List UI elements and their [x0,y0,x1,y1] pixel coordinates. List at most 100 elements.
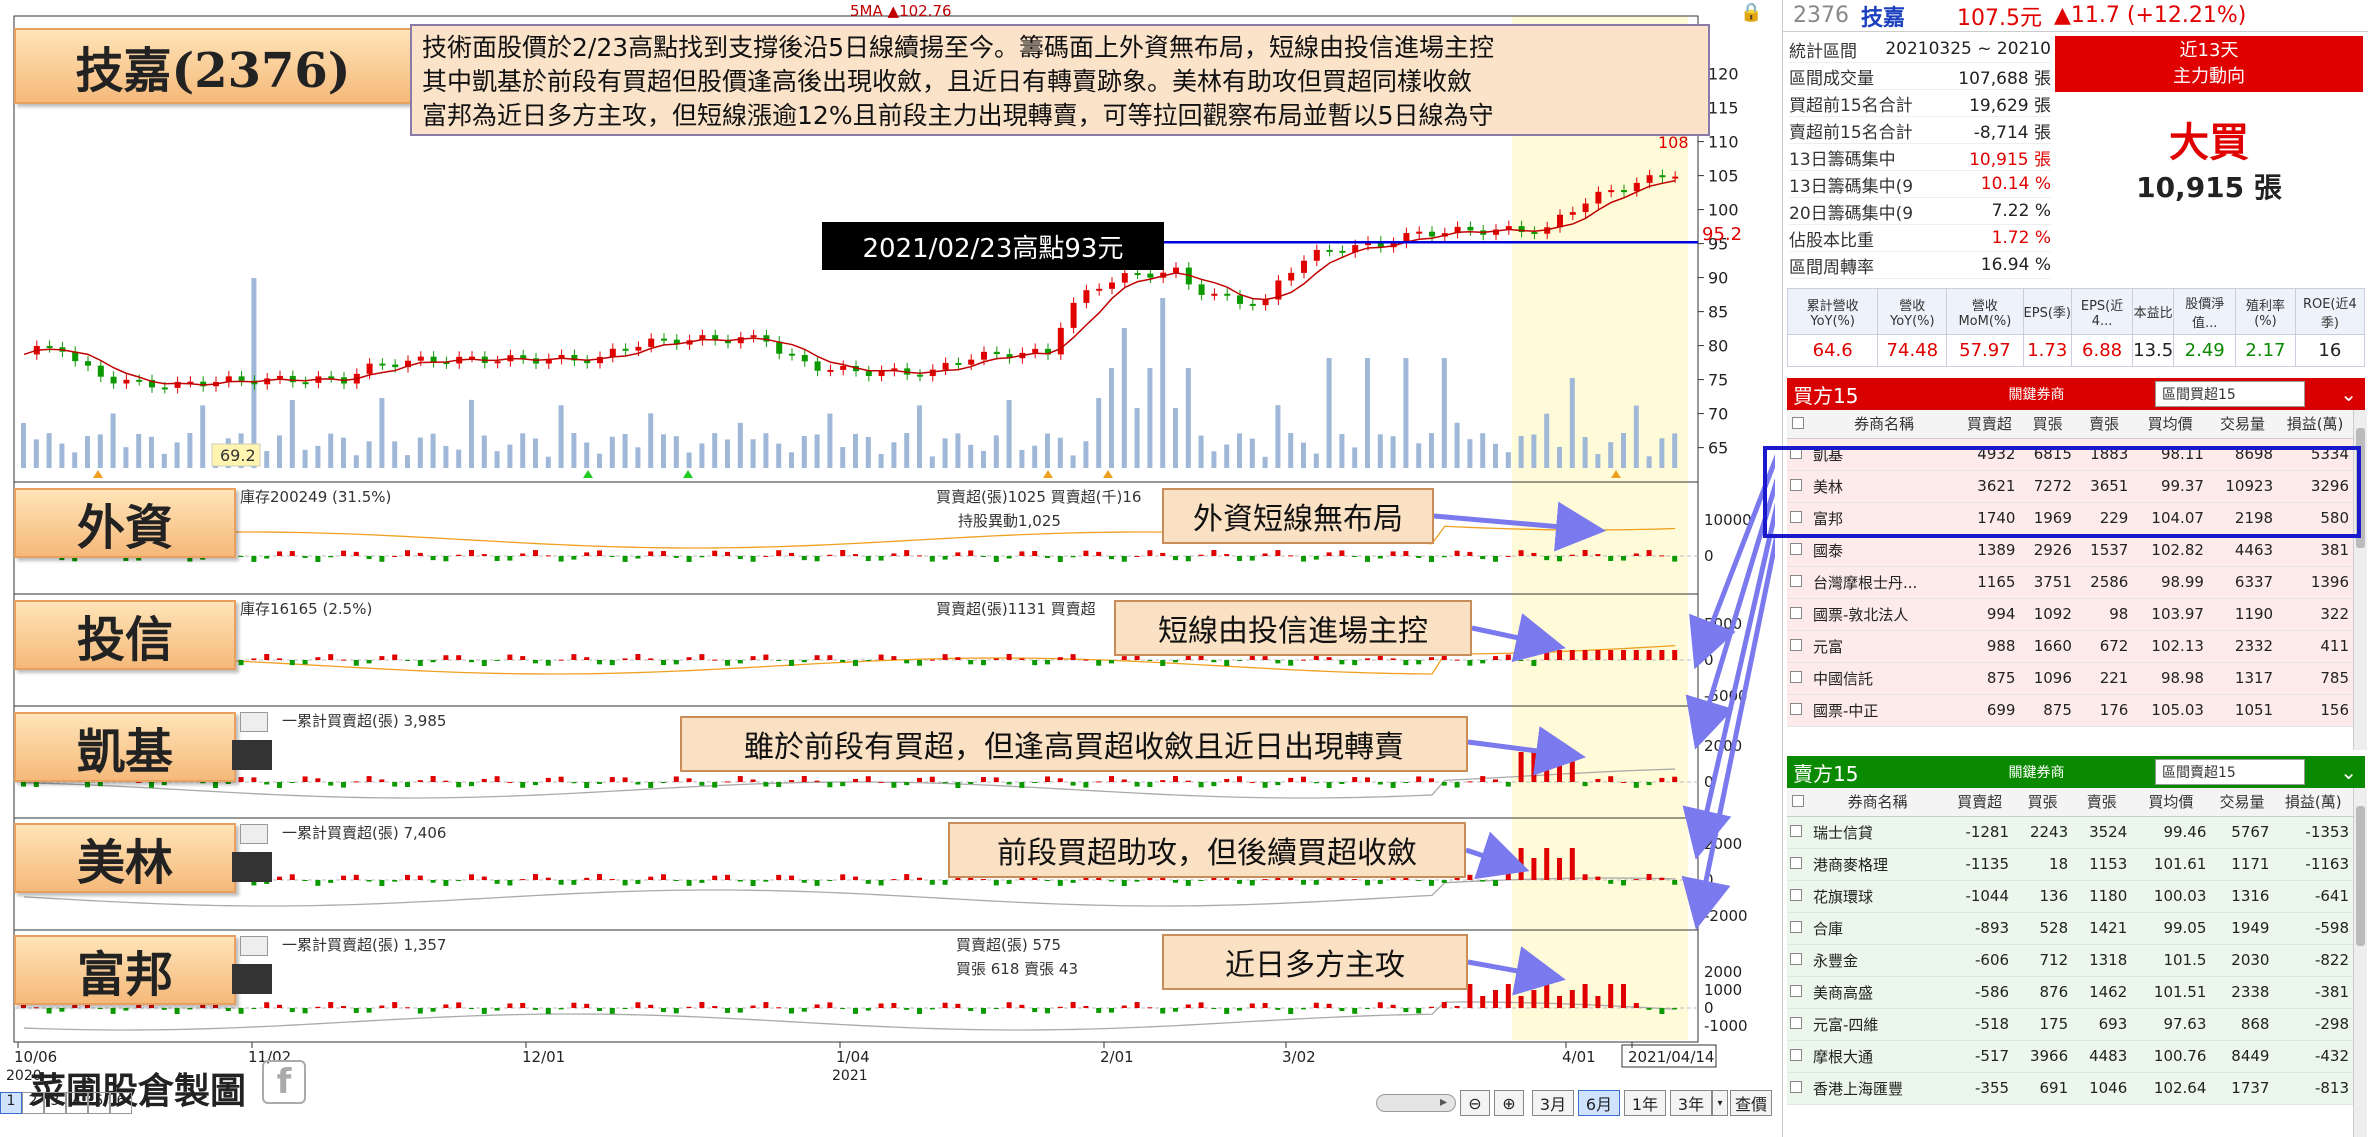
row-checkbox[interactable] [1787,694,1809,727]
timeframe-dropdown-icon[interactable]: ▾ [1712,1090,1728,1116]
broker-row[interactable]: 美商高盛 -586 876 1462 101.51 2338 -381 [1787,976,2353,1009]
broker-row[interactable]: 瑞士信貸 -1281 2243 3524 99.46 5767 -1353 [1787,816,2353,849]
broker-row[interactable]: 中國信託 875 1096 221 98.98 1317 785 [1787,662,2353,695]
note-ml: 前段買超助攻，但後續買超收斂 [948,822,1466,878]
netbuy-bar [1365,777,1370,782]
netbuy-bar [942,782,948,784]
broker-cell: 176 [2075,694,2133,727]
row-checkbox[interactable] [1787,944,1809,977]
netbuy-bar [1505,654,1511,660]
netbuy-bar [609,777,615,782]
row-checkbox[interactable] [1787,848,1809,881]
row-checkbox[interactable] [1787,1040,1809,1073]
sell15-scrollbar[interactable] [2353,788,2367,1137]
broker-row[interactable]: 香港上海匯豐 -355 691 1046 102.64 1737 -813 [1787,1072,2353,1105]
col-header[interactable]: 買賣超 [1946,788,2014,817]
stat-key: 區間成交量 [1789,68,1874,89]
col-header[interactable]: 買張 [2019,410,2076,439]
marker-triangle [93,470,103,478]
buy15-range-select[interactable]: 區間買超15 [2155,381,2305,407]
volume-bar [878,453,884,468]
scroll-right-icon[interactable]: ▸ [1440,1094,1447,1110]
broker-row[interactable]: 元富-四維 -518 175 693 97.63 868 -298 [1787,1008,2353,1041]
netbuy-bar [1403,660,1409,666]
col-header[interactable]: 買均價 [2132,410,2208,439]
timeframe-3m-button[interactable]: 3月 [1532,1090,1574,1116]
page-tab[interactable]: 4 [66,1092,88,1114]
page-tab[interactable]: 2 [22,1092,44,1114]
row-checkbox[interactable] [1787,1008,1809,1041]
zoom-in-icon[interactable]: ⊕ [1494,1090,1524,1116]
netbuy-bar [673,556,679,558]
row-checkbox[interactable] [1787,630,1809,663]
page-tab[interactable]: 5 [88,1092,110,1114]
col-header[interactable]: 交易量 [2210,788,2274,817]
col-header[interactable]: 交易量 [2207,410,2278,439]
broker-row[interactable]: 永豐金 -606 712 1318 101.5 2030 -822 [1787,944,2353,977]
sell15-key-label[interactable]: 關鍵券商 [2008,762,2064,782]
sell15-collapse-icon[interactable]: ⌄ [2340,760,2357,784]
col-header[interactable]: 賣張 [2072,788,2132,817]
col-header[interactable]: 損益(萬) [2273,788,2353,817]
row-checkbox[interactable] [1787,880,1809,913]
netbuy-bar [341,550,346,556]
timeframe-3y-button[interactable]: 3年 [1670,1090,1712,1116]
volume-bar [1377,434,1383,468]
broker-row[interactable]: 國票-敦北法人 994 1092 98 103.97 1190 322 [1787,598,2353,631]
broker-row[interactable]: 花旗環球 -1044 136 1180 100.03 1316 -641 [1787,880,2353,913]
buy15-key-label[interactable]: 關鍵券商 [2008,384,2064,404]
col-header[interactable]: 買賣超 [1959,410,2020,439]
select-all-checkbox[interactable] [1787,410,1809,439]
broker-cell: 4483 [2072,1040,2132,1073]
row-checkbox[interactable] [1787,598,1809,631]
broker-row[interactable]: 台灣摩根士丹... 1165 3751 2586 98.99 6337 1396 [1787,566,2353,599]
stock-name[interactable]: 技嘉 [1861,0,1905,32]
query-price-button[interactable]: 查價 [1730,1090,1772,1116]
sell15-range-select[interactable]: 區間賣超15 [2155,759,2305,785]
row-checkbox[interactable] [1787,816,1809,849]
ml-toggle-button[interactable] [240,824,268,844]
netbuy-bar [379,656,385,660]
row-checkbox[interactable] [1787,912,1809,945]
col-header[interactable]: 買均價 [2131,788,2211,817]
netbuy-bar [904,874,910,880]
col-header[interactable]: 賣張 [2075,410,2133,439]
netbuy-bar [891,782,897,788]
broker-cell: -1163 [2273,848,2353,881]
broker-row[interactable]: 摩根大通 -517 3966 4483 100.76 8449 -432 [1787,1040,2353,1073]
timeframe-6m-button[interactable]: 6月 [1578,1090,1620,1116]
broker-row[interactable]: 港商麥格理 -1135 18 1153 101.61 1171 -1163 [1787,848,2353,881]
row-checkbox[interactable] [1787,976,1809,1009]
row-checkbox[interactable] [1787,566,1809,599]
zoom-out-icon[interactable]: ⊖ [1460,1090,1490,1116]
page-tab[interactable]: 3 [44,1092,66,1114]
col-header[interactable]: 損益(萬) [2277,410,2353,439]
netbuy-bar [1006,654,1012,660]
facebook-icon[interactable]: f [262,1060,306,1104]
page-tab[interactable]: 6 [110,1092,132,1114]
volume-bar [801,436,807,468]
row-checkbox[interactable] [1787,662,1809,695]
broker-row[interactable]: 元富 988 1660 672 102.13 2332 411 [1787,630,2353,663]
timeframe-1y-button[interactable]: 1年 [1624,1090,1666,1116]
row-checkbox[interactable] [1787,1072,1809,1105]
broker-cell: -518 [1946,1008,2014,1041]
lock-icon[interactable]: 🔒 [1740,2,1762,23]
col-header[interactable]: 券商名稱 [1809,788,1947,817]
buy15-collapse-icon[interactable]: ⌄ [2340,382,2357,406]
col-header[interactable]: 券商名稱 [1809,410,1960,439]
netbuy-bar [1569,554,1575,556]
select-all-checkbox[interactable] [1787,788,1809,817]
broker-row[interactable]: 國泰 1389 2926 1537 102.82 4463 381 [1787,534,2353,567]
netbuy-bar [725,551,730,556]
row-checkbox[interactable] [1787,534,1809,567]
col-header[interactable]: 買張 [2013,788,2073,817]
fubon-toggle-button[interactable] [240,936,268,956]
chart-area[interactable]: 120 115 110 105 100 95 90 85 80 75 70 65 95.2 108 69.2… [0,0,1775,1137]
kgi-toggle-button[interactable] [240,712,268,732]
page-tab[interactable]: 1 [0,1092,22,1114]
broker-row[interactable]: 國票-中正 699 875 176 105.03 1051 156 [1787,694,2353,727]
broker-row[interactable]: 合庫 -893 528 1421 99.05 1949 -598 [1787,912,2353,945]
stat-value: -8,714 張 [1973,122,2051,143]
broker-cell: 221 [2075,662,2133,695]
